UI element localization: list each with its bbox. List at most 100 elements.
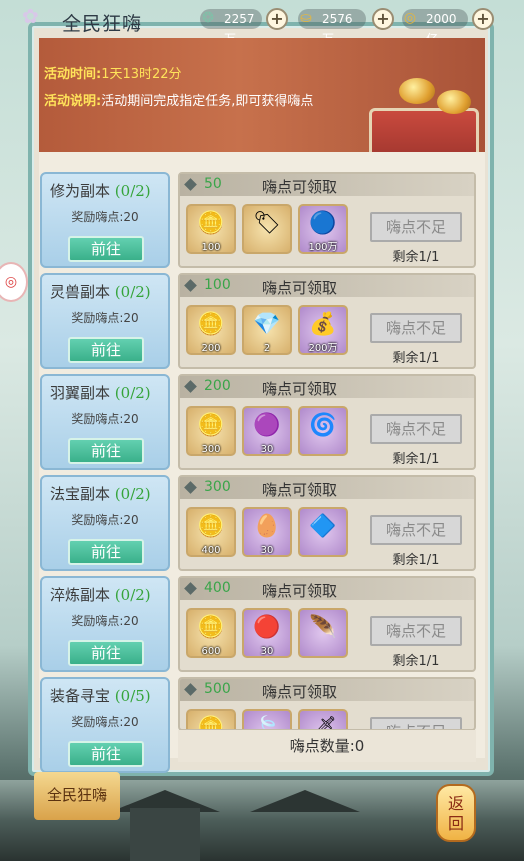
category-title: 羽翼副本 (0/2) bbox=[50, 382, 151, 403]
goto-button[interactable]: 前往 bbox=[68, 236, 144, 262]
reward-row: 200 嗨点可领取 🪙 300 🟣 30 🌀 嗨点不足 剩余1/1 bbox=[178, 374, 476, 470]
purple-orb-icon: 🟣 bbox=[253, 413, 281, 438]
gold-ingot-icon: ⛀ bbox=[300, 10, 312, 26]
diamond-icon bbox=[184, 481, 197, 494]
remaining-count: 剩余1/1 bbox=[392, 452, 440, 467]
event-time: 活动时间:1天13时22分 bbox=[44, 63, 182, 82]
pink-egg-icon: 🥚 bbox=[253, 514, 281, 539]
reward-item[interactable]: 🌀 bbox=[298, 406, 348, 456]
jade-icon: ❂ bbox=[202, 10, 214, 26]
reward-item[interactable]: 🔷 bbox=[298, 507, 348, 557]
goto-button[interactable]: 前往 bbox=[68, 640, 144, 666]
category-progress: (0/5) bbox=[114, 687, 151, 705]
add-jade-button[interactable]: + bbox=[266, 8, 288, 30]
reward-points: 300 bbox=[204, 479, 231, 495]
reward-item[interactable]: 💎 2 bbox=[242, 305, 292, 355]
reward-row-header: 300 嗨点可领取 bbox=[180, 477, 474, 499]
item-count: 200 bbox=[201, 343, 221, 354]
diamond-icon bbox=[184, 279, 197, 292]
reward-title: 嗨点可领取 bbox=[262, 380, 338, 398]
reward-item[interactable]: 🪙 bbox=[186, 709, 236, 729]
reward-item[interactable]: 🪙 200 bbox=[186, 305, 236, 355]
category-title: 装备寻宝 (0/5) bbox=[50, 685, 151, 706]
blue-orb-icon: 🔵 bbox=[309, 211, 337, 236]
gold-ingot-icon: 🪙 bbox=[197, 211, 225, 236]
remaining-count: 剩余1/1 bbox=[392, 553, 440, 568]
reward-item[interactable]: 💰 200万 bbox=[298, 305, 348, 355]
claim-button-disabled[interactable]: 嗨点不足 bbox=[370, 313, 462, 343]
coin-pile-icon: 💰 bbox=[309, 312, 337, 337]
goto-button[interactable]: 前往 bbox=[68, 539, 144, 565]
page-title: 全民狂嗨 bbox=[62, 13, 143, 35]
reward-title: 嗨点可领取 bbox=[262, 178, 338, 196]
claim-button-disabled[interactable]: 嗨点不足 bbox=[370, 616, 462, 646]
item-count: 400 bbox=[201, 545, 221, 556]
top-bar: ✿ 全民狂嗨 ❂ 2257万 + ⛀ 2576万 + ◎ 2000亿 + bbox=[0, 0, 524, 46]
reward-title: 嗨点可领取 bbox=[262, 481, 338, 499]
event-tab[interactable]: 全民狂嗨 bbox=[34, 772, 120, 820]
goto-button[interactable]: 前往 bbox=[68, 438, 144, 464]
reward-item[interactable]: 🥚 30 bbox=[242, 507, 292, 557]
diamond-icon bbox=[184, 380, 197, 393]
category-item[interactable]: 灵兽副本 (0/2) 奖励嗨点:20 前往 bbox=[40, 273, 170, 369]
reward-row: 400 嗨点可领取 🪙 600 🔴 30 🪶 嗨点不足 剩余1/1 bbox=[178, 576, 476, 672]
category-item[interactable]: 法宝副本 (0/2) 奖励嗨点:20 前往 bbox=[40, 475, 170, 571]
item-count: 200万 bbox=[308, 343, 338, 354]
reward-item[interactable]: 🏷 bbox=[242, 204, 292, 254]
add-coin-button[interactable]: + bbox=[472, 8, 494, 30]
gold-ingot-icon: 🪙 bbox=[197, 312, 225, 337]
gold-ingot-icon bbox=[437, 90, 471, 114]
goto-button[interactable]: 前往 bbox=[68, 741, 144, 767]
diamond-icon bbox=[184, 683, 197, 696]
spirit-stone-icon: 💎 bbox=[253, 312, 281, 337]
reward-item[interactable]: 🍃 bbox=[242, 709, 292, 729]
category-reward: 奖励嗨点:20 bbox=[71, 513, 139, 527]
reward-item[interactable]: 🔵 100万 bbox=[298, 204, 348, 254]
coin-icon: ◎ bbox=[403, 10, 417, 26]
item-count: 100 bbox=[201, 242, 221, 253]
category-reward: 奖励嗨点:20 bbox=[71, 210, 139, 224]
flower-icon: ✿ bbox=[22, 4, 39, 28]
goto-button[interactable]: 前往 bbox=[68, 337, 144, 363]
item-count: 30 bbox=[260, 646, 274, 657]
reward-points: 200 bbox=[204, 378, 231, 394]
resource-coin: ◎ 2000亿 bbox=[402, 9, 468, 46]
claim-button-disabled[interactable]: 嗨点不足 bbox=[370, 414, 462, 444]
event-description: 活动说明:活动期间完成指定任务,即可获得嗨点 bbox=[44, 90, 313, 109]
resource-jade: ❂ 2257万 bbox=[200, 9, 262, 46]
reward-title: 嗨点可领取 bbox=[262, 582, 338, 600]
side-bubble-icon[interactable]: ◎ bbox=[0, 262, 28, 302]
category-item[interactable]: 装备寻宝 (0/5) 奖励嗨点:20 前往 bbox=[40, 677, 170, 773]
category-item[interactable]: 羽翼副本 (0/2) 奖励嗨点:20 前往 bbox=[40, 374, 170, 470]
reward-row-header: 100 嗨点可领取 bbox=[180, 275, 474, 297]
claim-button-disabled[interactable]: 嗨点不足 bbox=[370, 212, 462, 242]
reward-item[interactable]: 🔴 30 bbox=[242, 608, 292, 658]
event-desc-label: 活动说明: bbox=[44, 94, 102, 109]
reward-item[interactable]: 🟣 30 bbox=[242, 406, 292, 456]
category-reward: 奖励嗨点:20 bbox=[71, 614, 139, 628]
claim-button-disabled[interactable]: 嗨点不足 bbox=[370, 717, 462, 729]
blue-gem-icon: 🔷 bbox=[309, 514, 337, 539]
category-item[interactable]: 修为副本 (0/2) 奖励嗨点:20 前往 bbox=[40, 172, 170, 268]
reward-item[interactable]: 🗡 bbox=[298, 709, 348, 729]
reward-item[interactable]: 🪙 400 bbox=[186, 507, 236, 557]
event-desc-value: 活动期间完成指定任务,即可获得嗨点 bbox=[101, 94, 314, 109]
item-count: 100万 bbox=[308, 242, 338, 253]
reward-row-header: 200 嗨点可领取 bbox=[180, 376, 474, 398]
category-progress: (0/2) bbox=[114, 586, 151, 604]
remaining-count: 剩余1/1 bbox=[392, 250, 440, 265]
item-count: 300 bbox=[201, 444, 221, 455]
reward-item[interactable]: 🪶 bbox=[298, 608, 348, 658]
category-name: 灵兽副本 bbox=[50, 283, 111, 301]
claim-button-disabled[interactable]: 嗨点不足 bbox=[370, 515, 462, 545]
red-crystal-icon: 🔴 bbox=[253, 615, 281, 640]
remaining-count: 剩余1/1 bbox=[392, 351, 440, 366]
reward-item[interactable]: 🪙 100 bbox=[186, 204, 236, 254]
category-title: 修为副本 (0/2) bbox=[50, 180, 151, 201]
add-gold-button[interactable]: + bbox=[372, 8, 394, 30]
item-count: 600 bbox=[201, 646, 221, 657]
reward-item[interactable]: 🪙 600 bbox=[186, 608, 236, 658]
category-item[interactable]: 淬炼副本 (0/2) 奖励嗨点:20 前往 bbox=[40, 576, 170, 672]
back-button[interactable]: 返回 bbox=[436, 784, 476, 842]
reward-item[interactable]: 🪙 300 bbox=[186, 406, 236, 456]
